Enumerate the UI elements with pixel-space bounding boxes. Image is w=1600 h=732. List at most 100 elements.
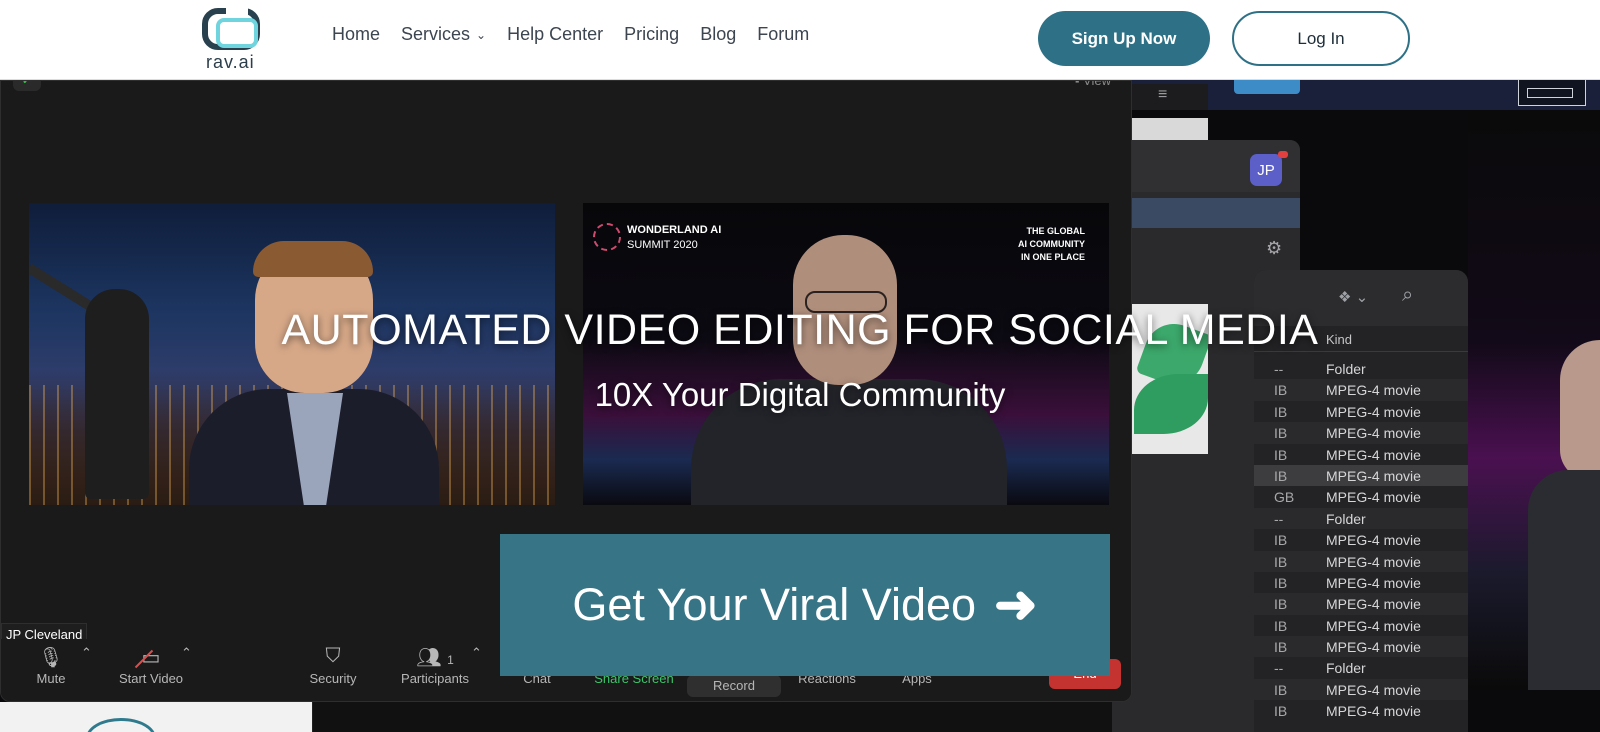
hero-title: AUTOMATED VIDEO EDITING FOR SOCIAL MEDIA [281, 306, 1319, 354]
file-size: IB [1274, 425, 1288, 442]
search-icon: ⌕ [1402, 284, 1414, 306]
file-size: -- [1274, 660, 1284, 677]
background-bottom-window [0, 702, 312, 732]
list-item[interactable]: -- Folder [1254, 657, 1468, 678]
summit-logo-icon [593, 223, 621, 251]
dropbox-icon: ❖ ⌄ [1338, 289, 1369, 306]
file-kind: MPEG-4 movie [1326, 681, 1421, 698]
notification-dot [1278, 151, 1288, 158]
logo-mark-icon [202, 6, 260, 50]
file-size: -- [1274, 361, 1284, 377]
participants-caret-icon[interactable]: ⌃ [471, 645, 482, 661]
avatar: JP [1250, 151, 1288, 186]
logo[interactable]: rav.ai [200, 6, 264, 72]
list-item[interactable]: IB MPEG-4 movie [1254, 572, 1468, 593]
background-blue-button [1234, 80, 1300, 94]
chevron-down-icon: ⌄ [476, 27, 487, 42]
encryption-shield-icon [13, 81, 41, 91]
view-label: View [1083, 80, 1111, 88]
mute-button[interactable]: 🎙︎ Mute [31, 645, 71, 686]
nav-home[interactable]: Home [332, 24, 380, 45]
file-size: GB [1274, 489, 1295, 506]
video-camera-off-icon: ▭ [113, 645, 189, 671]
start-video-button[interactable]: ▭ Start Video [113, 645, 189, 686]
file-kind: MPEG-4 movie [1326, 553, 1421, 570]
get-viral-video-button[interactable]: Get Your Viral Video ➜ [500, 534, 1110, 676]
nav-services[interactable]: Services ⌄ [401, 24, 486, 45]
file-kind: MPEG-4 movie [1326, 532, 1421, 549]
start-video-label: Start Video [118, 671, 184, 686]
nav-pricing[interactable]: Pricing [624, 24, 679, 45]
nav-blog[interactable]: Blog [700, 24, 736, 45]
mute-options-caret-icon[interactable]: ⌃ [81, 645, 92, 661]
security-button[interactable]: ⛉ Security [306, 645, 360, 686]
person-hair [253, 241, 373, 277]
participant-body [1528, 470, 1600, 690]
participants-label: Participants [401, 671, 469, 686]
file-kind: MPEG-4 movie [1326, 596, 1421, 613]
file-kind: MPEG-4 movie [1326, 574, 1421, 591]
nav-label: Blog [700, 24, 737, 44]
red-slash [134, 649, 154, 669]
list-item[interactable]: IB MPEG-4 movie [1254, 700, 1468, 721]
list-menu-icon: ≡ [1158, 86, 1168, 103]
video-options-caret-icon[interactable]: ⌃ [181, 645, 192, 661]
file-kind: Folder [1326, 510, 1366, 527]
file-kind: MPEG-4 movie [1326, 446, 1421, 463]
background-chat-header: JP [1104, 140, 1300, 192]
list-item[interactable]: GB MPEG-4 movie [1254, 486, 1468, 507]
list-item[interactable]: IB MPEG-4 movie [1254, 678, 1468, 701]
list-item[interactable]: IB MPEG-4 movie [1254, 615, 1468, 636]
list-item[interactable]: IB MPEG-4 movie [1254, 593, 1468, 615]
list-item[interactable]: IB MPEG-4 movie [1254, 464, 1468, 487]
log-in-button[interactable]: Log In [1232, 11, 1410, 66]
background-mini-window [1518, 80, 1586, 106]
file-kind: Folder [1326, 660, 1366, 677]
file-size: -- [1274, 510, 1284, 527]
file-kind: MPEG-4 movie [1326, 489, 1421, 506]
arrow-right-icon: ➜ [994, 576, 1038, 634]
summit-tagline: THE GLOBAL AI COMMUNITY IN ONE PLACE [1018, 225, 1085, 264]
file-size: IB [1274, 596, 1288, 613]
file-size: IB [1274, 574, 1288, 591]
nav-forum[interactable]: Forum [757, 24, 809, 45]
file-kind: MPEG-4 movie [1326, 467, 1421, 484]
security-label: Security [309, 671, 357, 686]
participants-button[interactable]: 👥︎ 1 Participants [397, 645, 473, 686]
circle-shape [86, 718, 156, 732]
tagline-line: IN ONE PLACE [1020, 252, 1085, 262]
nav-help-center[interactable]: Help Center [507, 24, 603, 45]
list-item[interactable]: IB MPEG-4 movie [1254, 636, 1468, 658]
mute-label: Mute [36, 671, 66, 686]
file-size: IB [1274, 446, 1288, 463]
main-nav: Home Services ⌄ Help Center Pricing Blog … [332, 24, 830, 45]
file-kind: MPEG-4 movie [1326, 617, 1421, 634]
avatar-initials: JP [1257, 161, 1275, 179]
sign-up-button[interactable]: Sign Up Now [1038, 11, 1210, 66]
page: ▯ ≡ JP ⚙ ❖ ⌄ ⌕ Kind --FolderIBMPEG-4 mov… [0, 0, 1600, 732]
record-button[interactable]: Record [687, 675, 781, 697]
logo-text: rav.ai [206, 52, 255, 72]
nav-label: Help Center [507, 24, 604, 44]
nav-label: Forum [757, 24, 810, 44]
site-header: rav.ai Home Services ⌄ Help Center Pricin… [0, 0, 1600, 80]
list-item[interactable]: IB MPEG-4 movie [1254, 550, 1468, 572]
list-item[interactable]: IB MPEG-4 movie [1254, 529, 1468, 550]
tagline-line: THE GLOBAL [1026, 226, 1086, 236]
summit-brand-name: WONDERLAND AI [627, 224, 722, 236]
record-label: Record [713, 678, 755, 693]
file-size: IB [1274, 639, 1288, 656]
file-size: IB [1274, 553, 1288, 570]
shield-icon: ⛉ [325, 645, 341, 667]
view-button[interactable]: ▪ View [1075, 80, 1111, 88]
gear-icon: ⚙ [1266, 238, 1283, 258]
nav-label: Pricing [624, 24, 680, 44]
file-size: IB [1274, 532, 1288, 549]
participants-count: 1 [447, 653, 454, 667]
summit-brand: WONDERLAND AI SUMMIT 2020 [627, 223, 721, 253]
file-size: IB [1274, 467, 1288, 484]
cta-label: Get Your Viral Video [572, 579, 977, 630]
list-item[interactable]: IB MPEG-4 movie [1254, 444, 1468, 465]
list-item[interactable]: IB MPEG-4 movie [1254, 422, 1468, 444]
list-item[interactable]: -- Folder [1254, 507, 1468, 530]
